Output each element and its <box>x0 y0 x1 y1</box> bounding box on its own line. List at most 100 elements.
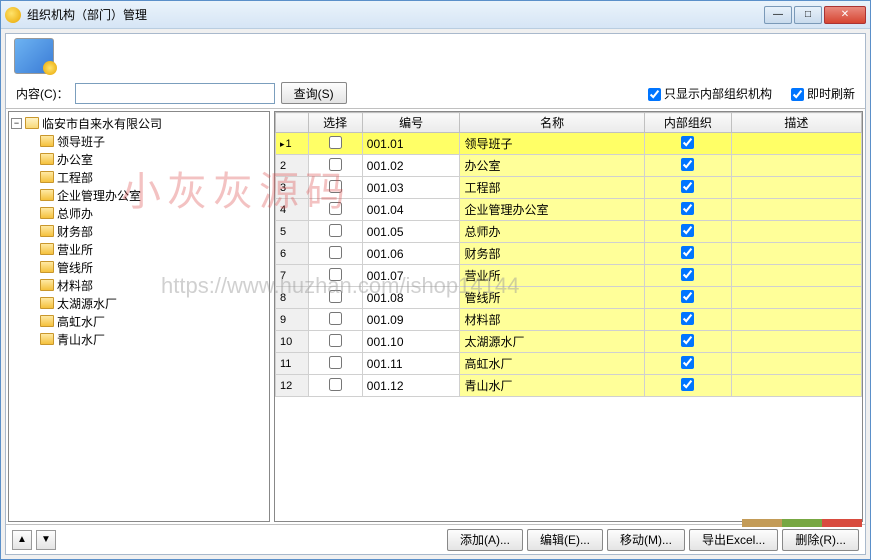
row-select-checkbox[interactable] <box>329 312 342 325</box>
cell-internal[interactable] <box>644 221 731 243</box>
cell-internal[interactable] <box>644 265 731 287</box>
row-header[interactable]: 2 <box>276 155 309 177</box>
table-row[interactable]: 2 001.02办公室 <box>276 155 862 177</box>
tree-item[interactable]: 营业所 <box>11 240 267 258</box>
row-header[interactable]: 6 <box>276 243 309 265</box>
table-row[interactable]: 1001.01领导班子 <box>276 133 862 155</box>
internal-checkbox[interactable] <box>681 268 694 281</box>
row-select-checkbox[interactable] <box>329 378 342 391</box>
tree-root[interactable]: − 临安市自来水有限公司 <box>11 114 267 132</box>
table-row[interactable]: 10 001.10太湖源水厂 <box>276 331 862 353</box>
row-select-checkbox[interactable] <box>329 180 342 193</box>
refresh-checkbox[interactable] <box>791 88 804 101</box>
minimize-button[interactable]: — <box>764 6 792 24</box>
cell-internal[interactable] <box>644 177 731 199</box>
cell-code[interactable]: 001.03 <box>362 177 460 199</box>
row-header[interactable]: 7 <box>276 265 309 287</box>
cell-internal[interactable] <box>644 331 731 353</box>
cell-select[interactable] <box>308 309 362 331</box>
col-name[interactable]: 名称 <box>460 113 644 133</box>
row-header[interactable]: 5 <box>276 221 309 243</box>
col-desc[interactable]: 描述 <box>731 113 861 133</box>
refresh-checkbox-label[interactable]: 即时刷新 <box>791 85 855 102</box>
row-select-checkbox[interactable] <box>329 246 342 259</box>
tree-panel[interactable]: − 临安市自来水有限公司 领导班子办公室工程部企业管理办公室总师办财务部营业所管… <box>8 111 270 522</box>
cell-select[interactable] <box>308 331 362 353</box>
cell-select[interactable] <box>308 353 362 375</box>
row-select-checkbox[interactable] <box>329 356 342 369</box>
content-input[interactable] <box>75 83 275 104</box>
cell-code[interactable]: 001.04 <box>362 199 460 221</box>
only-internal-checkbox-label[interactable]: 只显示内部组织机构 <box>648 85 772 102</box>
cell-name[interactable]: 太湖源水厂 <box>460 331 644 353</box>
cell-desc[interactable] <box>731 221 861 243</box>
row-header[interactable]: 4 <box>276 199 309 221</box>
tree-item[interactable]: 青山水厂 <box>11 330 267 348</box>
cell-name[interactable]: 企业管理办公室 <box>460 199 644 221</box>
cell-internal[interactable] <box>644 309 731 331</box>
cell-desc[interactable] <box>731 353 861 375</box>
cell-code[interactable]: 001.08 <box>362 287 460 309</box>
cell-code[interactable]: 001.10 <box>362 331 460 353</box>
row-header[interactable]: 1 <box>276 133 309 155</box>
internal-checkbox[interactable] <box>681 246 694 259</box>
table-row[interactable]: 8001.08管线所 <box>276 287 862 309</box>
cell-select[interactable] <box>308 199 362 221</box>
tree-item[interactable]: 管线所 <box>11 258 267 276</box>
cell-desc[interactable] <box>731 199 861 221</box>
cell-desc[interactable] <box>731 133 861 155</box>
cell-code[interactable]: 001.11 <box>362 353 460 375</box>
delete-button[interactable]: 删除(R)... <box>782 529 859 551</box>
cell-name[interactable]: 管线所 <box>460 287 644 309</box>
cell-desc[interactable] <box>731 155 861 177</box>
cell-internal[interactable] <box>644 155 731 177</box>
table-row[interactable]: 6001.06财务部 <box>276 243 862 265</box>
internal-checkbox[interactable] <box>681 334 694 347</box>
cell-code[interactable]: 001.12 <box>362 375 460 397</box>
cell-desc[interactable] <box>731 375 861 397</box>
row-select-checkbox[interactable] <box>329 290 342 303</box>
only-internal-checkbox[interactable] <box>648 88 661 101</box>
table-row[interactable]: 5001.05总师办 <box>276 221 862 243</box>
tree-item[interactable]: 高虹水厂 <box>11 312 267 330</box>
row-header[interactable]: 12 <box>276 375 309 397</box>
tree-item[interactable]: 总师办 <box>11 204 267 222</box>
tree-item[interactable]: 财务部 <box>11 222 267 240</box>
cell-internal[interactable] <box>644 353 731 375</box>
cell-select[interactable] <box>308 133 362 155</box>
cell-select[interactable] <box>308 287 362 309</box>
cell-code[interactable]: 001.01 <box>362 133 460 155</box>
row-select-checkbox[interactable] <box>329 202 342 215</box>
internal-checkbox[interactable] <box>681 356 694 369</box>
cell-desc[interactable] <box>731 265 861 287</box>
cell-internal[interactable] <box>644 287 731 309</box>
tree-item[interactable]: 工程部 <box>11 168 267 186</box>
internal-checkbox[interactable] <box>681 158 694 171</box>
internal-checkbox[interactable] <box>681 136 694 149</box>
cell-name[interactable]: 办公室 <box>460 155 644 177</box>
query-button[interactable]: 查询(S) <box>281 82 347 104</box>
tree-item[interactable]: 材料部 <box>11 276 267 294</box>
col-select[interactable]: 选择 <box>308 113 362 133</box>
tree-item[interactable]: 办公室 <box>11 150 267 168</box>
cell-name[interactable]: 总师办 <box>460 221 644 243</box>
table-row[interactable]: 9001.09材料部 <box>276 309 862 331</box>
tree-item[interactable]: 太湖源水厂 <box>11 294 267 312</box>
cell-internal[interactable] <box>644 199 731 221</box>
add-button[interactable]: 添加(A)... <box>447 529 523 551</box>
row-header[interactable]: 9 <box>276 309 309 331</box>
nav-up-button[interactable]: ▲ <box>12 530 32 550</box>
tree-item[interactable]: 领导班子 <box>11 132 267 150</box>
cell-desc[interactable] <box>731 243 861 265</box>
cell-code[interactable]: 001.06 <box>362 243 460 265</box>
cell-select[interactable] <box>308 221 362 243</box>
internal-checkbox[interactable] <box>681 290 694 303</box>
cell-code[interactable]: 001.02 <box>362 155 460 177</box>
cell-select[interactable] <box>308 177 362 199</box>
close-button[interactable]: ✕ <box>824 6 866 24</box>
col-internal[interactable]: 内部组织 <box>644 113 731 133</box>
row-header[interactable]: 10 <box>276 331 309 353</box>
table-row[interactable]: 12001.12青山水厂 <box>276 375 862 397</box>
col-code[interactable]: 编号 <box>362 113 460 133</box>
row-select-checkbox[interactable] <box>329 268 342 281</box>
